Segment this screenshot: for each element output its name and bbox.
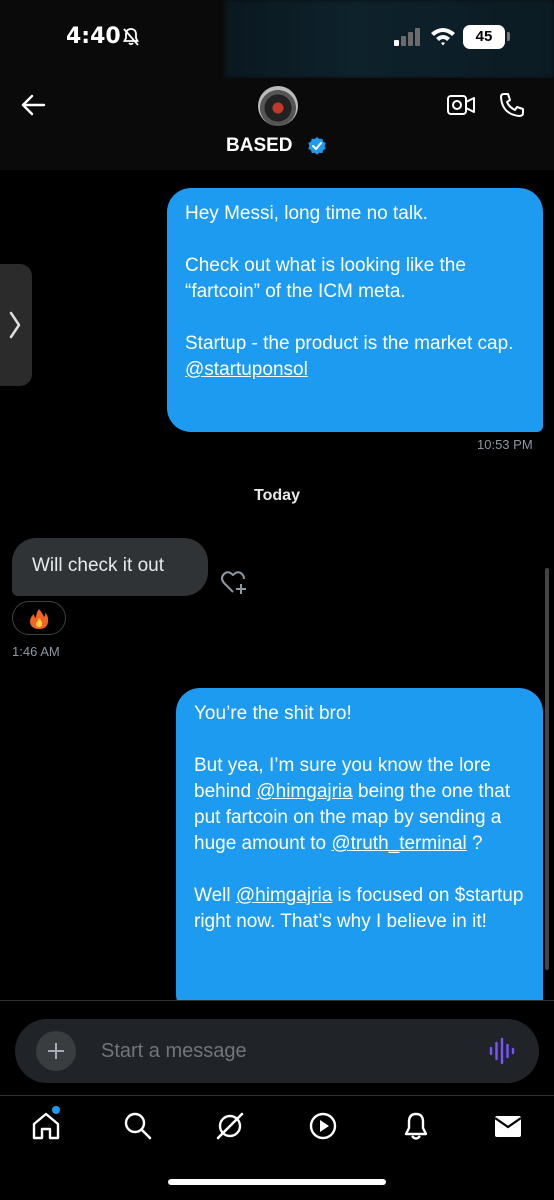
signal-icon [394,28,420,46]
voice-message-icon[interactable] [488,1037,516,1065]
tab-grok[interactable] [210,1106,250,1146]
conversation-header: BASED [0,78,554,170]
message-input[interactable] [101,1037,461,1065]
tab-notifications[interactable] [396,1106,436,1146]
message-paragraph: But yea, I’m sure you know the lore behi… [194,755,521,854]
home-icon [32,1112,60,1140]
bell-off-icon [123,28,139,46]
chevron-right-icon [9,311,21,339]
home-indicator [168,1179,386,1185]
video-call-icon[interactable] [446,93,476,117]
message-composer [15,1019,539,1083]
reaction-chip[interactable] [12,601,66,635]
back-arrow-icon[interactable] [20,92,46,118]
video-play-icon [309,1112,337,1140]
message-paragraph: Well @himgajria is focused on $startup r… [194,885,524,932]
outgoing-message-bubble[interactable]: You’re the shit bro! But yea, I’m sure y… [176,688,543,1018]
avatar[interactable] [258,86,298,126]
message-text: Hey Messi, long time no talk. Check out … [185,203,514,354]
battery-tip [507,32,510,41]
scrollbar[interactable] [545,568,549,970]
message-text: Will check it out [32,555,164,576]
mention-link[interactable]: @himgajria [236,885,332,906]
plus-icon [48,1043,64,1059]
composer-area [0,1000,554,1095]
message-paragraph: You’re the shit bro! [194,703,352,724]
status-time: 4:40 [66,24,121,49]
verified-badge-icon [308,137,326,155]
tab-search[interactable] [118,1106,158,1146]
outgoing-message-bubble[interactable]: Hey Messi, long time no talk. Check out … [167,188,543,432]
wifi-icon [431,28,455,46]
phone-call-icon[interactable] [498,91,526,119]
notifications-icon [404,1112,428,1140]
mention-link[interactable]: @startuponsol [185,359,308,380]
side-panel-tab[interactable] [0,264,32,386]
battery-level: 45 [463,25,505,49]
incoming-message-bubble[interactable]: Will check it out [12,538,208,596]
search-icon [124,1112,152,1140]
status-bar: 4:40 45 [0,0,554,78]
fire-icon [30,609,49,629]
tab-messages[interactable] [488,1106,528,1146]
notification-dot [52,1106,60,1114]
mention-link[interactable]: @truth_terminal [331,833,466,854]
bottom-tab-bar [0,1095,554,1200]
add-reaction-icon[interactable] [219,568,249,596]
grok-icon [216,1112,244,1140]
add-attachment-button[interactable] [36,1031,76,1071]
contact-name[interactable]: BASED [226,135,293,157]
message-timestamp: 1:46 AM [12,644,60,659]
messages-icon [494,1116,522,1137]
mention-link[interactable]: @himgajria [256,781,352,802]
message-timestamp: 10:53 PM [477,437,533,452]
day-separator: Today [254,487,300,504]
tab-video[interactable] [303,1106,343,1146]
tab-home[interactable] [26,1106,66,1146]
